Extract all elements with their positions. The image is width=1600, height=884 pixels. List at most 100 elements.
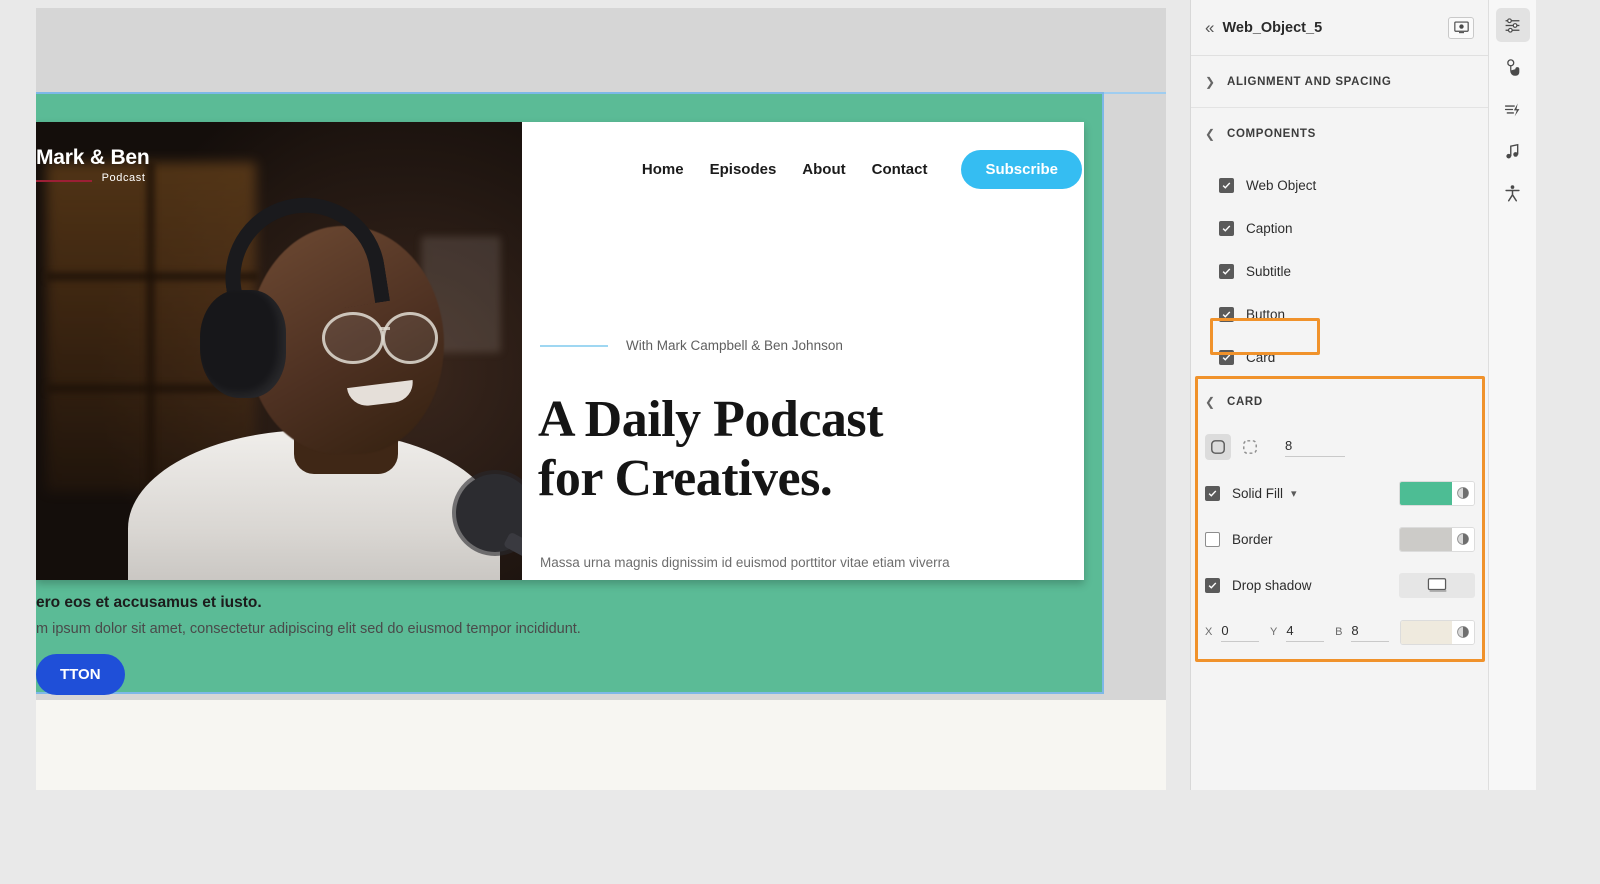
nav-link-contact[interactable]: Contact [872, 161, 928, 178]
components-list: Web Object Caption Subtitle Button Card [1191, 160, 1488, 389]
right-gutter [1536, 0, 1600, 884]
check-icon [1222, 354, 1231, 361]
photo-eyeglass-bridge [380, 327, 390, 330]
shadow-offset-x-label: X [1205, 625, 1213, 638]
tool-audio-button[interactable] [1496, 134, 1530, 168]
check-icon [1222, 311, 1231, 318]
eyebrow-text: With Mark Campbell & Ben Johnson [626, 338, 843, 353]
below-fold-section[interactable] [36, 700, 1166, 790]
site-logo: Mark & Ben Podcast [36, 146, 150, 184]
photo-eyeglass-left [322, 312, 384, 364]
section-components[interactable]: ❮ COMPONENTS [1191, 108, 1488, 160]
hero-subcopy: Massa urna magnis dignissim id euismod p… [540, 555, 950, 570]
page-scroll-container: Mark & Ben Podcast Home Episodes About C… [36, 8, 1166, 790]
checkbox-solid-fill[interactable] [1205, 485, 1220, 501]
shadow-blur: B 8 [1335, 623, 1400, 642]
section-card-label: CARD [1227, 396, 1263, 408]
chevron-double-left-icon[interactable]: « [1205, 18, 1215, 38]
shadow-offset-y-label: Y [1270, 625, 1278, 638]
border-color [1400, 527, 1452, 551]
motion-animation-icon [1504, 102, 1520, 116]
check-icon [1208, 489, 1217, 497]
site-navigation: Home Episodes About Contact Subscribe [642, 150, 1082, 189]
tool-motion-button[interactable] [1496, 92, 1530, 126]
tool-interaction-button[interactable] [1496, 50, 1530, 84]
section-card-header[interactable]: ❮ CARD [1191, 380, 1489, 424]
rounded-corner-icon[interactable] [1205, 434, 1231, 460]
component-label-card: Card [1246, 350, 1276, 365]
solid-fill-opacity-knob[interactable] [1451, 481, 1474, 505]
photo-headphone-cup [200, 290, 286, 398]
shadow-opacity-knob[interactable] [1451, 620, 1474, 644]
chevron-down-icon: ❮ [1205, 127, 1216, 141]
component-row-web-object[interactable]: Web Object [1191, 164, 1488, 207]
checkbox-button[interactable] [1219, 307, 1234, 322]
chevron-down-icon[interactable]: ▾ [1291, 487, 1297, 500]
section-copy-block: ero eos et accusamus et iusto. m ipsum d… [36, 594, 736, 637]
section-components-label: COMPONENTS [1227, 128, 1316, 140]
checkbox-web-object[interactable] [1219, 178, 1234, 193]
tool-accessibility-button[interactable] [1496, 176, 1530, 210]
component-row-button[interactable]: Button [1191, 293, 1488, 336]
shadow-offset-y: Y 4 [1270, 623, 1335, 642]
component-row-subtitle[interactable]: Subtitle [1191, 250, 1488, 293]
site-logo-line2: Podcast [36, 172, 150, 184]
checkbox-subtitle[interactable] [1219, 264, 1234, 279]
section-alignment-label: ALIGNMENT AND SPACING [1227, 75, 1392, 88]
artboard[interactable]: Mark & Ben Podcast Home Episodes About C… [36, 8, 1166, 790]
checkbox-drop-shadow[interactable] [1205, 577, 1220, 593]
component-row-card[interactable]: Card [1191, 336, 1488, 379]
panel-title: Web_Object_5 [1222, 19, 1323, 36]
border-label: Border [1232, 531, 1273, 547]
shadow-offset-y-input[interactable]: 4 [1286, 623, 1325, 642]
drop-shadow-row: Drop shadow [1191, 562, 1489, 608]
chevron-down-icon: ❮ [1205, 395, 1216, 409]
shadow-offset-x: X 0 [1205, 623, 1270, 642]
nav-link-home[interactable]: Home [642, 161, 684, 178]
border-row: Border [1191, 516, 1489, 562]
chevron-right-icon: ❯ [1205, 74, 1216, 89]
card-component[interactable]: Mark & Ben Podcast Home Episodes About C… [36, 122, 1084, 580]
canvas-area: Mark & Ben Podcast Home Episodes About C… [0, 0, 1190, 884]
nav-link-about[interactable]: About [802, 161, 845, 178]
shadow-preview-icon[interactable] [1399, 572, 1475, 598]
solid-fill-row: Solid Fill ▾ [1191, 470, 1489, 516]
hero-eyebrow: With Mark Campbell & Ben Johnson [540, 338, 843, 353]
component-label-button: Button [1246, 307, 1286, 322]
border-opacity-knob[interactable] [1451, 527, 1474, 551]
solid-fill-color-swatch[interactable] [1399, 480, 1475, 506]
shadow-color-swatch[interactable] [1400, 619, 1475, 645]
checkbox-caption[interactable] [1219, 221, 1234, 236]
checkbox-card[interactable] [1219, 350, 1234, 365]
sliders-properties-icon [1505, 17, 1520, 33]
artboard-top-gutter [36, 8, 1166, 90]
shadow-offsets-row: X 0 Y 4 B 8 [1191, 608, 1489, 656]
right-tool-rail [1488, 0, 1536, 790]
corner-radius-row: 8 [1191, 424, 1489, 470]
selected-web-object-section[interactable]: Mark & Ben Podcast Home Episodes About C… [36, 92, 1104, 695]
solid-fill-color [1400, 481, 1452, 505]
monitor-preview-icon[interactable] [1448, 16, 1474, 39]
headline-line-1: A Daily Podcast [538, 391, 883, 448]
check-icon [1222, 182, 1231, 189]
independent-corners-icon[interactable] [1237, 434, 1263, 460]
section-cta-button[interactable]: TTON [36, 654, 125, 695]
component-label-web-object: Web Object [1246, 178, 1317, 193]
corner-radius-input[interactable]: 8 [1285, 438, 1345, 457]
nav-link-episodes[interactable]: Episodes [710, 161, 777, 178]
component-row-caption[interactable]: Caption [1191, 207, 1488, 250]
shadow-blur-input[interactable]: 8 [1351, 623, 1390, 642]
border-color-swatch[interactable] [1399, 526, 1475, 552]
section-subtitle: m ipsum dolor sit amet, consectetur adip… [36, 621, 581, 637]
bottom-gutter [1190, 790, 1600, 884]
section-alignment-and-spacing[interactable]: ❯ ALIGNMENT AND SPACING [1191, 56, 1488, 108]
card-content: Home Episodes About Contact Subscribe Wi… [522, 122, 1084, 580]
shadow-offset-x-input[interactable]: 0 [1221, 623, 1260, 642]
photo-eyeglass-right [382, 312, 438, 364]
eyebrow-rule [540, 344, 608, 347]
tool-properties-button[interactable] [1495, 8, 1530, 42]
checkbox-border[interactable] [1205, 531, 1220, 547]
opacity-icon [1457, 626, 1469, 638]
subscribe-button[interactable]: Subscribe [961, 150, 1082, 189]
check-icon [1208, 581, 1217, 589]
